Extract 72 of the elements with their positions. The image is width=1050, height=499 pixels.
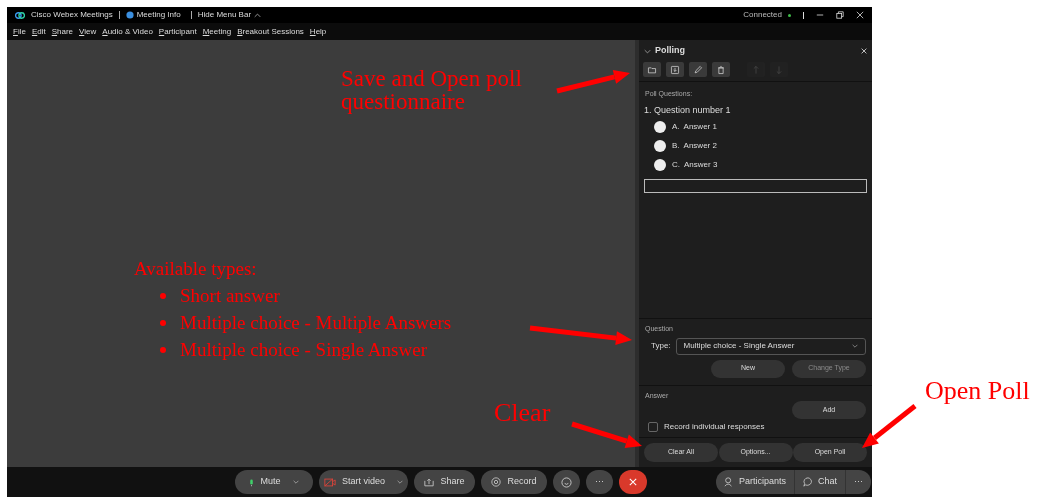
minimize-icon[interactable] (816, 11, 824, 19)
annotation-text: Multiple choice - Multiple Answers (180, 313, 452, 332)
annotation-text: Multiple choice - Single Answer (180, 340, 427, 359)
person-icon (724, 477, 734, 487)
radio-button[interactable] (654, 120, 666, 133)
menu-item[interactable]: Edit (31, 25, 46, 38)
chevron-down-icon[interactable] (397, 480, 403, 484)
caret-up-icon (254, 12, 262, 18)
app-title: Cisco Webex Meetings (31, 9, 113, 21)
hide-menu-bar-button[interactable]: Hide Menu Bar (197, 9, 262, 21)
menu-item[interactable]: Share (51, 25, 74, 38)
restore-icon[interactable] (836, 11, 844, 19)
info-icon (125, 11, 134, 19)
annotation-text: Available types: (134, 259, 257, 278)
annotation-text: Open Poll (925, 378, 1030, 404)
more-button[interactable]: ··· (586, 470, 613, 494)
arrow (862, 404, 917, 448)
smiley-icon (561, 476, 572, 488)
menu-item[interactable]: Meeting (202, 25, 232, 38)
menu-item[interactable]: View (79, 25, 97, 38)
chevron-down-icon[interactable] (292, 480, 299, 484)
panel-title: Polling (655, 44, 686, 58)
connection-status: Connected (743, 9, 782, 21)
menu-item[interactable]: Help (309, 25, 327, 38)
record-button[interactable]: Record (481, 470, 547, 494)
chat-button[interactable]: Chat (794, 470, 846, 494)
question-text: 1. Question number 1 (644, 103, 732, 117)
annotation-text: Clear (494, 400, 551, 426)
chevron-down-icon (852, 344, 858, 348)
checkbox[interactable] (648, 422, 658, 432)
app-logo-icon (15, 11, 25, 19)
microphone-icon (249, 477, 255, 487)
menu-item[interactable]: Audio & Video (102, 25, 153, 38)
type-dropdown[interactable]: Multiple choice - Single Answer (675, 337, 866, 355)
end-button[interactable] (619, 470, 647, 494)
download-icon[interactable] (666, 62, 684, 77)
annotation-text: Short answer (180, 286, 280, 305)
record-icon (491, 477, 502, 487)
close-icon[interactable] (856, 11, 864, 19)
chat-bubble-icon (803, 477, 814, 487)
share-button[interactable]: Share (414, 470, 475, 494)
emoji-button[interactable] (553, 470, 580, 494)
answer-text: A. Answer 1 (672, 120, 717, 133)
answer-text: B. Answer 2 (672, 139, 717, 152)
trash-icon[interactable] (712, 62, 730, 77)
folder-icon[interactable] (643, 62, 661, 77)
text-field[interactable] (644, 179, 867, 193)
answer-text: C. Answer 3 (672, 158, 718, 171)
video-button[interactable]: Start video (319, 470, 408, 494)
close-icon[interactable] (861, 48, 867, 54)
checkbox-label: Record individual responses (664, 421, 765, 433)
menu-item[interactable]: Participant (158, 25, 197, 38)
share-icon (424, 477, 435, 487)
camera-off-icon (324, 477, 336, 487)
chevron-down-icon[interactable] (644, 48, 651, 54)
bullet-icon (160, 319, 166, 326)
pencil-icon[interactable] (689, 62, 707, 77)
menu-item[interactable]: Breakout Sessions (237, 25, 304, 38)
bullet-icon (160, 346, 166, 353)
radio-button[interactable] (654, 158, 666, 171)
meeting-info-button[interactable]: Meeting Info (125, 9, 181, 21)
arrow (571, 421, 642, 448)
close-icon (629, 478, 637, 486)
radio-button[interactable] (654, 139, 666, 152)
more-button[interactable]: ··· (845, 470, 872, 494)
annotation-text: Save and Open poll questionnaire (341, 67, 522, 113)
bullet-icon (160, 292, 166, 299)
dropdown-value: Multiple choice - Single Answer (683, 340, 796, 352)
menu-item[interactable]: File (13, 25, 26, 38)
type-label: Type: (651, 340, 671, 352)
participants-button[interactable]: Participants (716, 470, 795, 494)
mute-button[interactable]: Mute (235, 470, 313, 494)
